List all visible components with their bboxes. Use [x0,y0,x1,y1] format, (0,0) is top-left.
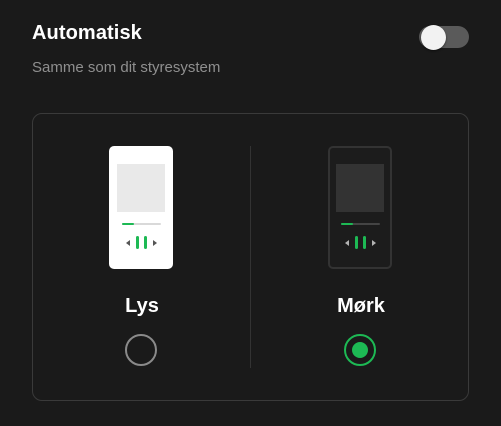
progress-track [341,223,380,225]
pause-icon [135,236,147,249]
automatic-toggle[interactable] [419,25,469,50]
previous-icon [125,239,130,246]
theme-label-dark: Mørk [337,295,385,317]
radio-selected-dot [352,342,368,358]
automatic-title: Automatisk [32,22,142,44]
theme-option-light[interactable]: Lys [33,114,251,402]
light-phone-preview [109,146,173,269]
next-icon [371,239,376,246]
progress-fill [341,223,353,225]
album-art-placeholder [336,164,384,212]
progress-fill [122,223,134,225]
playback-controls [330,236,390,249]
progress-track [122,223,161,225]
appearance-settings: Automatisk Samme som dit styresystem Lys [0,0,501,426]
radio-dark[interactable] [344,334,376,366]
pause-icon [354,236,366,249]
radio-light[interactable] [125,334,157,366]
next-icon [152,239,157,246]
theme-options-card: Lys Mørk [32,113,469,401]
theme-option-dark[interactable]: Mørk [252,114,470,402]
theme-label-light: Lys [125,295,159,317]
dark-phone-preview [328,146,392,269]
previous-icon [344,239,349,246]
album-art-placeholder [117,164,165,212]
toggle-knob [421,25,446,50]
playback-controls [109,236,173,249]
automatic-subtitle: Samme som dit styresystem [32,59,221,76]
